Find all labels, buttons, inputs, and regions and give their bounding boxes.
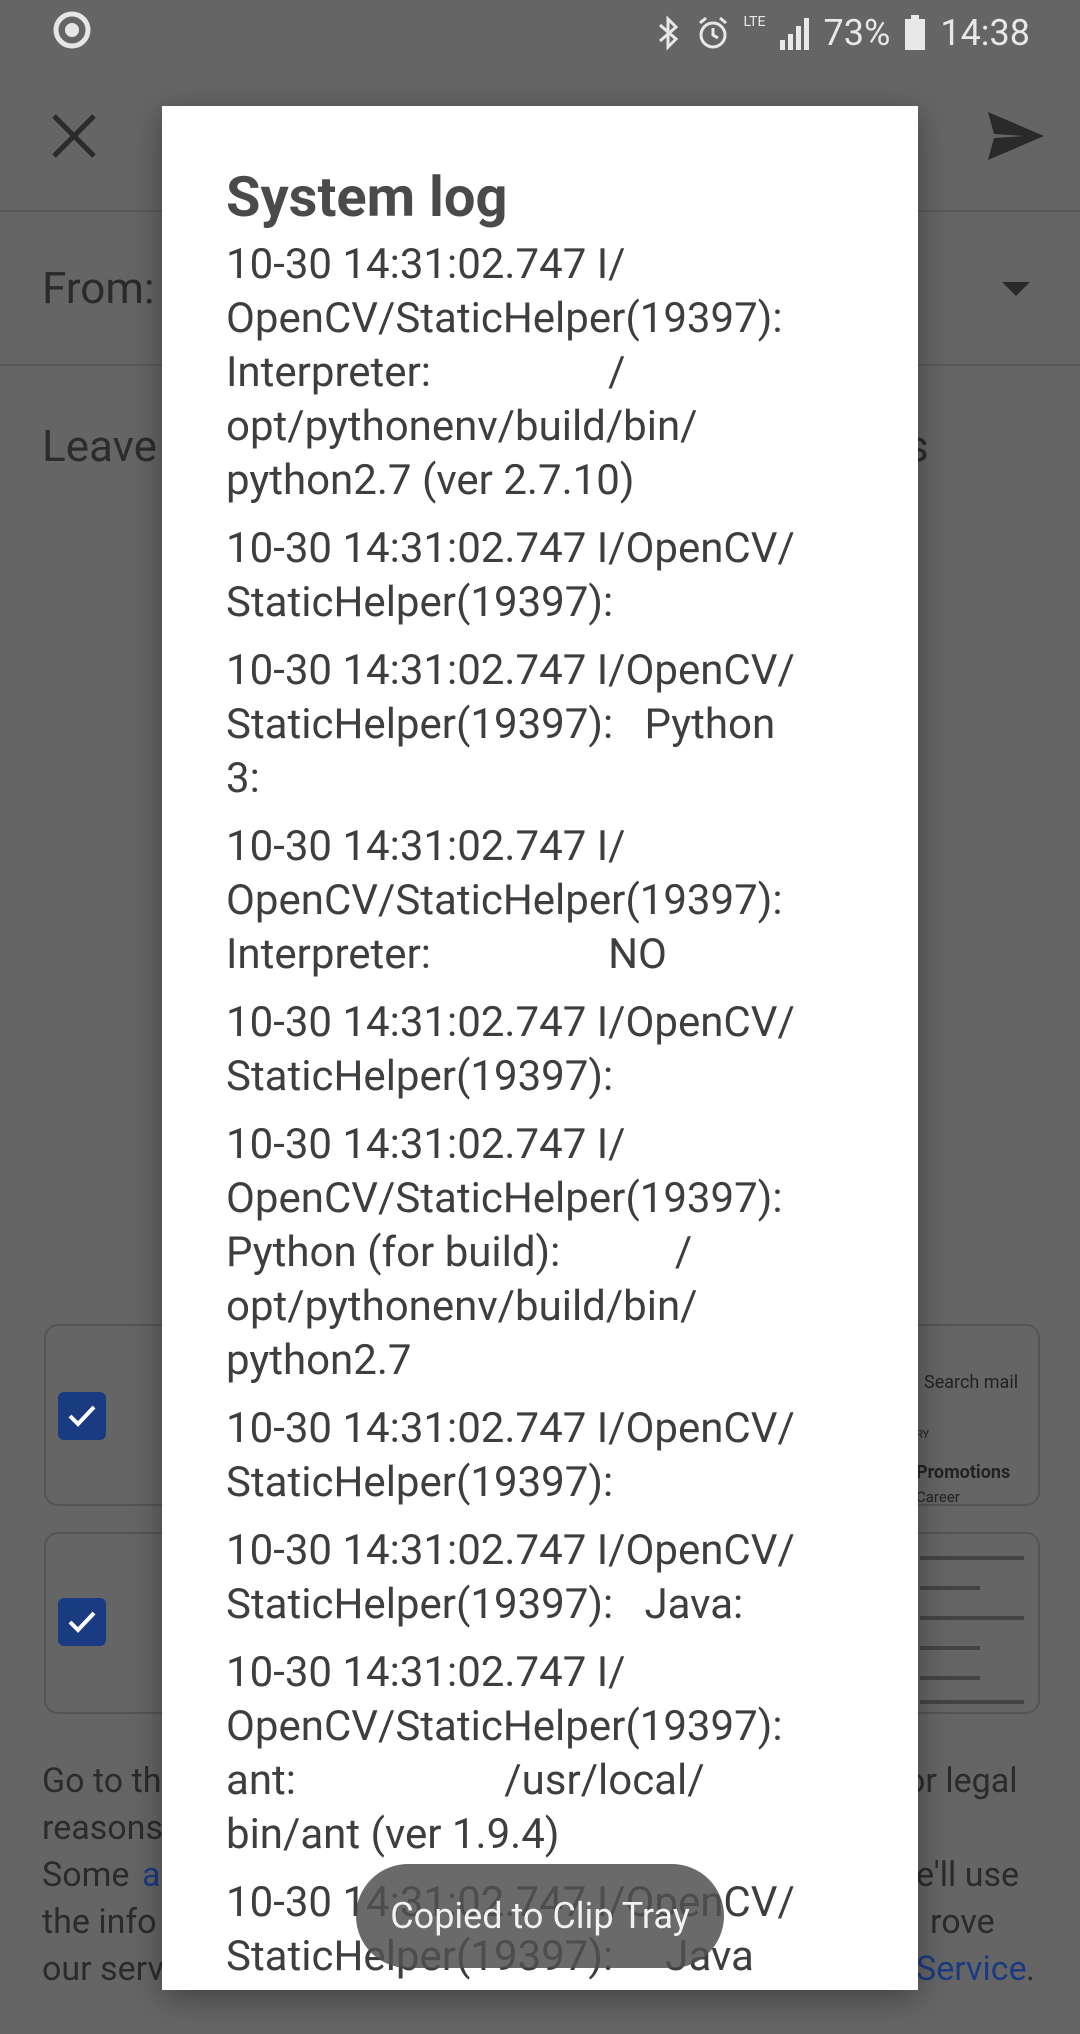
- footer-text: Go to th: [42, 1761, 162, 1801]
- illustration-line: [920, 1586, 980, 1590]
- from-label: From:: [42, 262, 155, 314]
- footer-text: reasons: [42, 1808, 163, 1848]
- footer-link[interactable]: a: [142, 1852, 161, 1899]
- illustration-line: [920, 1556, 1024, 1560]
- checkbox-checked-icon[interactable]: [58, 1598, 106, 1646]
- log-entry[interactable]: 10-30 14:31:02.747 I/ OpenCV/StaticHelpe…: [226, 1646, 866, 1862]
- illustration-line: [920, 1700, 1024, 1704]
- toast-message: Copied to Clip Tray: [356, 1864, 724, 1968]
- career-text: Career: [916, 1488, 960, 1506]
- footer-text: our serv: [42, 1949, 164, 1989]
- log-entry[interactable]: 10-30 14:31:02.747 I/OpenCV/ StaticHelpe…: [226, 522, 866, 630]
- system-log-dialog: System log 10-30 14:31:02.747 I/ OpenCV/…: [162, 106, 918, 1990]
- from-dropdown-icon[interactable]: [1002, 282, 1030, 296]
- footer-text: or legal: [906, 1761, 1018, 1801]
- illustration-line: [920, 1646, 980, 1650]
- terms-of-service-link[interactable]: Service: [916, 1946, 1027, 1993]
- dialog-title: System log: [226, 164, 508, 230]
- illustration-line: [920, 1676, 980, 1680]
- footer-text: the info: [42, 1902, 157, 1942]
- search-mail-text: Search mail: [924, 1372, 1019, 1393]
- checkbox-checked-icon[interactable]: [58, 1392, 106, 1440]
- footer-text: e'll use: [916, 1855, 1020, 1895]
- log-entry[interactable]: 10-30 14:31:02.747 I/ OpenCV/StaticHelpe…: [226, 1118, 866, 1388]
- footer-text: rove: [930, 1902, 995, 1942]
- log-list[interactable]: 10-30 14:31:02.747 I/ OpenCV/StaticHelpe…: [226, 238, 866, 1990]
- log-entry[interactable]: 10-30 14:31:02.747 I/OpenCV/ StaticHelpe…: [226, 644, 866, 806]
- footer-text: .: [1026, 1949, 1035, 1989]
- illustration-line: [920, 1616, 1024, 1620]
- log-entry[interactable]: 10-30 14:31:02.747 I/OpenCV/ StaticHelpe…: [226, 1524, 866, 1632]
- log-entry[interactable]: 10-30 14:31:02.747 I/OpenCV/ StaticHelpe…: [226, 1402, 866, 1510]
- promotions-text: Promotions: [916, 1462, 1011, 1483]
- footer-text: Some: [42, 1855, 130, 1895]
- close-icon[interactable]: [46, 108, 102, 164]
- send-icon[interactable]: [986, 108, 1046, 164]
- log-entry[interactable]: 10-30 14:31:02.747 I/ OpenCV/StaticHelpe…: [226, 238, 866, 508]
- body-placeholder[interactable]: Leave: [42, 420, 157, 472]
- log-entry[interactable]: 10-30 14:31:02.747 I/OpenCV/ StaticHelpe…: [226, 996, 866, 1104]
- log-entry[interactable]: 10-30 14:31:02.747 I/ OpenCV/StaticHelpe…: [226, 820, 866, 982]
